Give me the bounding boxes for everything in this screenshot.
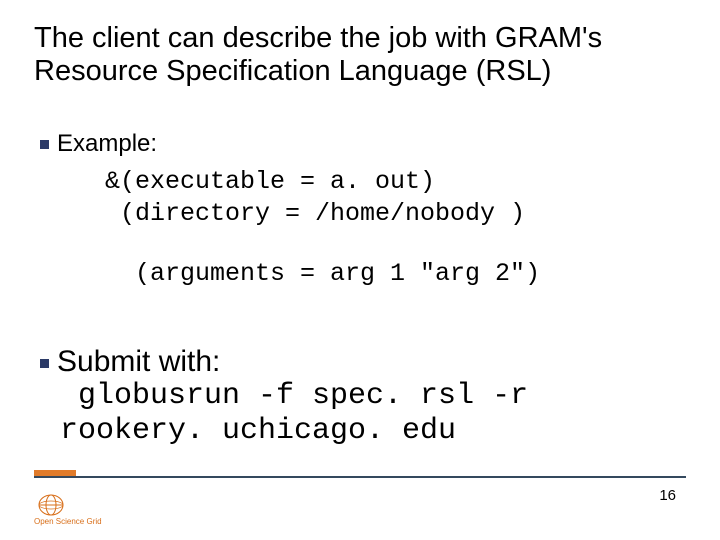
submit-code-line-1: globusrun -f spec. rsl -r <box>60 379 528 413</box>
submit-code-line-2: rookery. uchicago. edu <box>60 414 456 448</box>
bullet-square-icon <box>40 359 49 368</box>
code-line-1: &(executable = a. out) <box>105 167 435 196</box>
example-label: Example: <box>57 130 157 158</box>
bullet-square-icon <box>40 140 49 149</box>
footer-logo: Open Science Grid <box>34 493 102 526</box>
footer-logo-text: Open Science Grid <box>34 517 102 526</box>
footer-divider <box>34 476 686 478</box>
slide-body: Example: &(executable = a. out) (directo… <box>40 130 680 448</box>
slide-title: The client can describe the job with GRA… <box>34 22 684 89</box>
submit-label: Submit with: <box>57 345 220 379</box>
code-block-executable: &(executable = a. out) (directory = /hom… <box>105 166 680 230</box>
bullet-submit: Submit with: <box>40 345 680 379</box>
bullet-example: Example: <box>40 130 680 158</box>
submit-code: globusrun -f spec. rsl -r rookery. uchic… <box>60 379 680 448</box>
footer-accent <box>34 470 76 476</box>
page-number: 16 <box>659 487 676 504</box>
submit-block: Submit with: globusrun -f spec. rsl -r r… <box>40 345 680 448</box>
code-line-3: (arguments = arg 1 "arg 2") <box>135 259 540 288</box>
code-line-2: (directory = /home/nobody ) <box>105 199 525 228</box>
globe-icon <box>34 493 68 517</box>
slide: The client can describe the job with GRA… <box>0 0 720 540</box>
code-block-arguments: (arguments = arg 1 "arg 2") <box>135 258 680 290</box>
